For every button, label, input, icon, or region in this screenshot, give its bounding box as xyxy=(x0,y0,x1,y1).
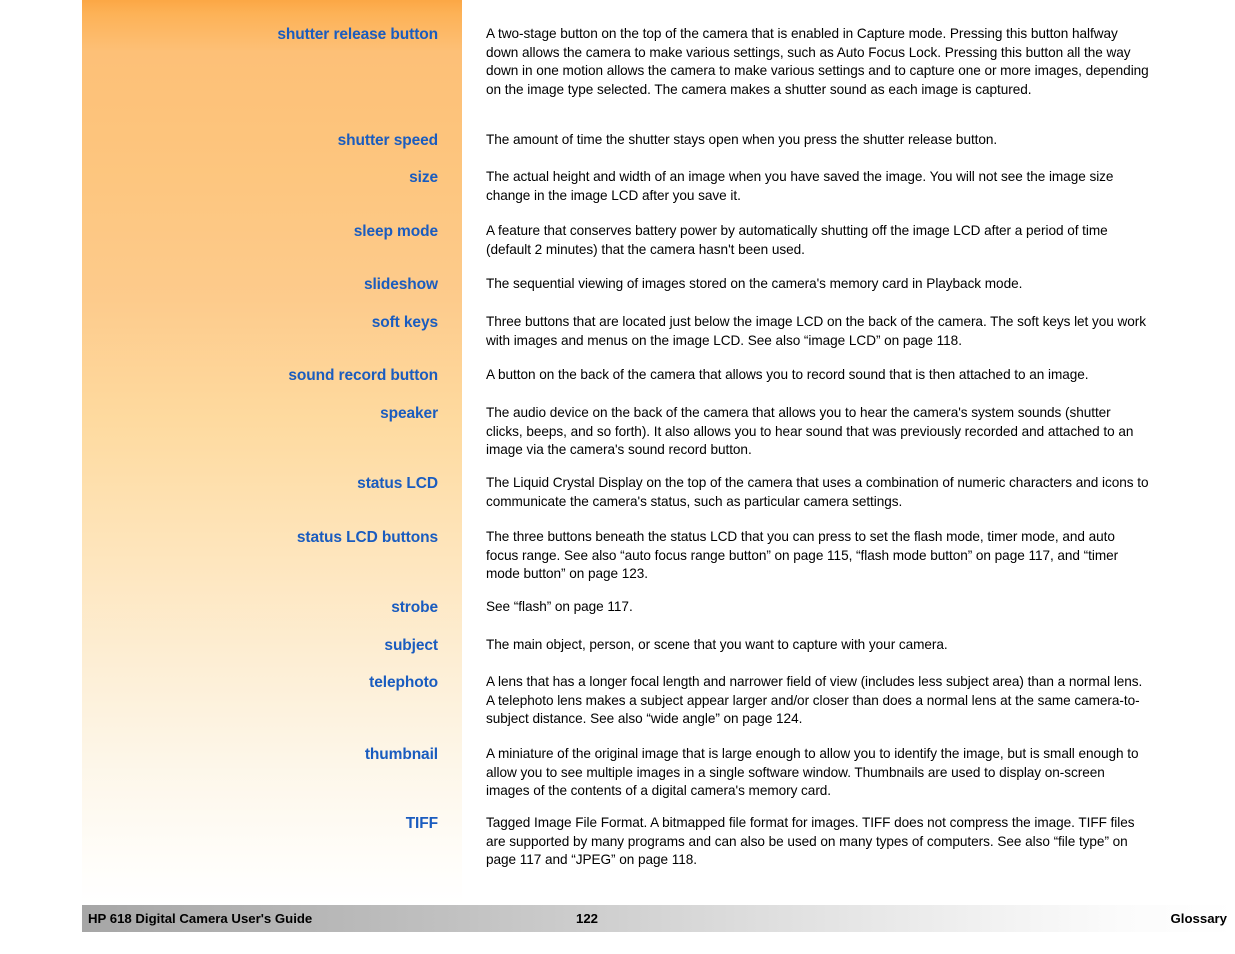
glossary-term: sound record button xyxy=(288,367,438,384)
glossary-definition: The audio device on the back of the came… xyxy=(486,405,1134,458)
glossary-term: status LCD buttons xyxy=(296,529,438,546)
glossary-definition: The main object, person, or scene that y… xyxy=(486,637,948,652)
glossary-definition: Three buttons that are located just belo… xyxy=(486,314,1146,348)
footer-content: HP 618 Digital Camera User's Guide 122 G… xyxy=(82,905,1235,932)
glossary-definition: A lens that has a longer focal length an… xyxy=(486,674,1143,727)
glossary-definition: The actual height and width of an image … xyxy=(486,169,1114,203)
glossary-definition: See “flash” on page 117. xyxy=(486,599,633,614)
glossary-definition: The Liquid Crystal Display on the top of… xyxy=(486,475,1149,509)
glossary-definition: A feature that conserves battery power b… xyxy=(486,223,1108,257)
glossary-term: shutter speed xyxy=(337,132,438,149)
glossary-term: telephoto xyxy=(369,674,438,691)
glossary-term: thumbnail xyxy=(364,746,438,763)
glossary-term: size xyxy=(409,169,438,186)
glossary-term: status LCD xyxy=(357,475,438,492)
glossary-definition: A miniature of the original image that i… xyxy=(486,746,1139,799)
glossary-definition: A button on the back of the camera that … xyxy=(486,367,1089,382)
glossary-term: sleep mode xyxy=(353,223,438,240)
glossary-page: shutter release button A two-stage button… xyxy=(0,0,1235,954)
glossary-definition: The sequential viewing of images stored … xyxy=(486,276,1023,291)
footer-section-name: Glossary xyxy=(1170,911,1227,926)
glossary-definition: The three buttons beneath the status LCD… xyxy=(486,529,1119,582)
footer-page-number: 122 xyxy=(575,911,598,926)
glossary-term: strobe xyxy=(391,599,438,616)
glossary-term: subject xyxy=(384,637,438,654)
glossary-term: slideshow xyxy=(363,276,438,293)
glossary-term: TIFF xyxy=(405,815,438,832)
glossary-term: soft keys xyxy=(371,314,438,331)
glossary-entry-list: shutter release button A two-stage button… xyxy=(0,0,1235,905)
glossary-definition: A two-stage button on the top of the cam… xyxy=(486,26,1149,97)
glossary-term: speaker xyxy=(380,405,438,422)
glossary-definition: Tagged Image File Format. A bitmapped fi… xyxy=(486,815,1135,868)
glossary-definition: The amount of time the shutter stays ope… xyxy=(486,132,998,147)
page-footer: HP 618 Digital Camera User's Guide 122 G… xyxy=(82,905,1235,932)
glossary-term: shutter release button xyxy=(277,26,438,43)
